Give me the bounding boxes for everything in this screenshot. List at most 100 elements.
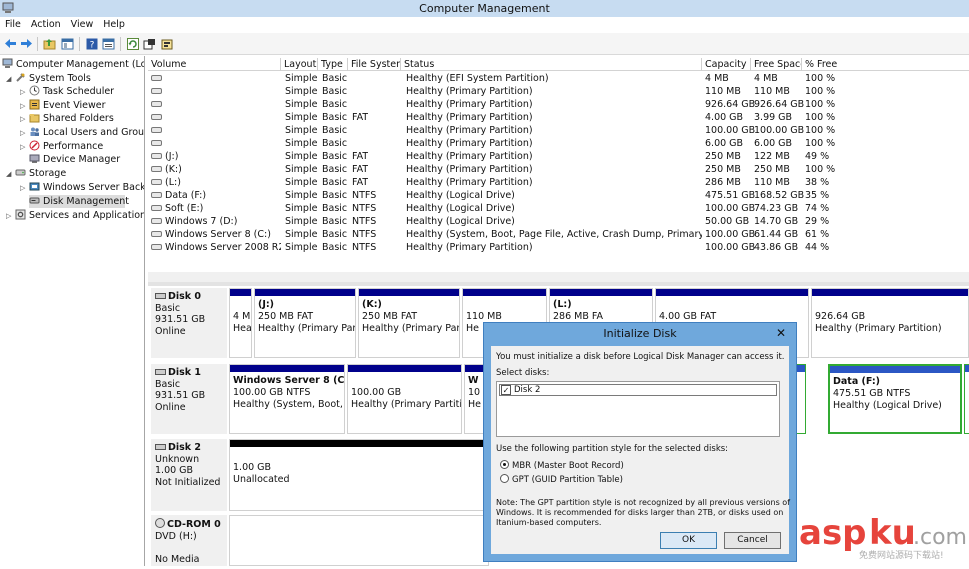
collapsed-arrow-icon[interactable]: ▷	[20, 113, 29, 126]
tree-item-windows-server-backup[interactable]: ▷Windows Server Backup	[20, 181, 144, 195]
dialog-title: Initialize Disk	[603, 327, 677, 340]
disk1-partition-end[interactable]	[964, 364, 969, 434]
volume-row[interactable]: Soft (E:) Simple Basic NTFS Healthy (Logical…	[148, 202, 969, 215]
tree-item-storage[interactable]: ◢ Storage	[6, 167, 66, 180]
gpt-radio[interactable]	[500, 474, 509, 483]
cdrom-label[interactable]: CD-ROM 0 DVD (H:) No Media	[151, 515, 227, 566]
disk2-label[interactable]: Disk 2 Unknown 1.00 GB Not Initialized	[151, 439, 227, 511]
disk1-label[interactable]: Disk 1 Basic 931.51 GB Online	[151, 364, 227, 434]
volume-row[interactable]: (K:) Simple Basic FAT Healthy (Primary Parti…	[148, 163, 969, 176]
help-icon[interactable]: ?	[84, 36, 99, 51]
volume-row[interactable]: Simple Basic Healthy (Primary Partition) 6.…	[148, 137, 969, 150]
column-layout[interactable]: Layout	[281, 58, 318, 71]
volume-drive-icon	[151, 179, 162, 185]
volume-drive-icon	[151, 75, 162, 81]
expanded-arrow-icon[interactable]: ◢	[6, 73, 15, 86]
disk-checkbox[interactable]: ✓	[501, 385, 511, 395]
show-hide-tree-icon[interactable]	[60, 36, 75, 51]
mbr-option[interactable]: MBR (Master Boot Record)	[500, 460, 624, 471]
volume-drive-icon	[151, 140, 162, 146]
volume-drive-icon	[151, 127, 162, 133]
disk-icon	[155, 369, 166, 375]
tree-item-disk-management[interactable]: Disk Management	[29, 195, 129, 208]
collapsed-arrow-icon[interactable]: ▷	[6, 210, 15, 223]
column-type[interactable]: Type	[318, 58, 348, 71]
volume-drive-icon	[151, 205, 162, 211]
menu-file[interactable]: File	[0, 17, 26, 33]
menu-view[interactable]: View	[66, 17, 99, 33]
tree-item-performance[interactable]: ▷ Performance	[20, 140, 103, 153]
event-viewer-icon	[29, 99, 40, 110]
tree-item-shared-folders[interactable]: ▷ Shared Folders	[20, 112, 114, 125]
back-icon[interactable]	[3, 36, 18, 51]
shared-folder-icon	[29, 112, 40, 123]
disk0-partition-k[interactable]: (K:) 250 MB FAT Healthy (Primary Partit	[358, 288, 460, 358]
select-disks-label: Select disks:	[496, 368, 550, 378]
volume-row[interactable]: Simple Basic Healthy (EFI System Partition…	[148, 72, 969, 85]
column-capacity[interactable]: Capacity	[702, 58, 751, 71]
column-file-system[interactable]: File System	[348, 58, 401, 71]
tree-item-device-manager[interactable]: Device Manager	[29, 153, 120, 166]
cdrom-icon	[155, 518, 165, 528]
computer-management-icon	[2, 2, 14, 13]
gpt-note-line1: Note: The GPT partition style is not rec…	[496, 498, 791, 507]
refresh-icon[interactable]	[125, 36, 140, 51]
forward-icon[interactable]	[19, 36, 34, 51]
collapsed-arrow-icon[interactable]: ▷	[20, 127, 29, 140]
tree-item-event-viewer[interactable]: ▷ Event Viewer	[20, 99, 106, 112]
disk1-partition-c[interactable]: Windows Server 8 (C:) 100.00 GB NTFS Healt…	[229, 364, 345, 434]
ok-button[interactable]: OK	[660, 532, 717, 549]
volume-drive-icon	[151, 153, 162, 159]
tree-item-services-and-applications[interactable]: ▷ Services and Applications	[6, 209, 144, 223]
disk0-label[interactable]: Disk 0 Basic 931.51 GB Online	[151, 288, 227, 358]
close-icon[interactable]: ✕	[776, 323, 786, 343]
properties-icon[interactable]	[101, 36, 116, 51]
column-percent-free[interactable]: % Free	[802, 58, 969, 71]
tree-item-computer-management[interactable]: Computer Management (Local	[2, 58, 144, 71]
disk-icon	[155, 293, 166, 299]
disk0-partition-7[interactable]: 926.64 GB Healthy (Primary Partition)	[811, 288, 969, 358]
volume-row[interactable]: Simple Basic Healthy (Primary Partition) 10…	[148, 124, 969, 137]
volume-row[interactable]: Windows 7 (D:) Simple Basic NTFS Healthy (Lo…	[148, 215, 969, 228]
gpt-option[interactable]: GPT (GUID Partition Table)	[500, 474, 623, 485]
tree-item-local-users[interactable]: ▷ Local Users and Groups	[20, 126, 144, 140]
disk2-unallocated[interactable]: 1.00 GB Unallocated	[229, 439, 489, 511]
volume-row[interactable]: Windows Server 2008 R2 (G:)SimpleBasicNT…	[148, 241, 969, 254]
settings-icon[interactable]	[160, 36, 175, 51]
mbr-radio[interactable]	[500, 460, 509, 469]
volume-row[interactable]: (J:) Simple Basic FAT Healthy (Primary Parti…	[148, 150, 969, 163]
column-free-space[interactable]: Free Space	[751, 58, 802, 71]
disk0-partition-1[interactable]: 4 M Hea	[229, 288, 252, 358]
menu-help[interactable]: Help	[98, 17, 130, 33]
column-status[interactable]: Status	[401, 58, 702, 71]
volume-list-header: Volume Layout Type File System Status Ca…	[148, 58, 969, 71]
volume-row[interactable]: Windows Server 8 (C:) Simple Basic NTFS Heal…	[148, 228, 969, 241]
column-volume[interactable]: Volume	[148, 58, 281, 71]
volume-row[interactable]: Data (F:) Simple Basic NTFS Healthy (Logical…	[148, 189, 969, 202]
volume-drive-icon	[151, 88, 162, 94]
disk1-partition-2[interactable]: 100.00 GBHealthy (Primary Partition)	[347, 364, 462, 434]
expanded-arrow-icon[interactable]: ◢	[6, 168, 15, 181]
volume-row[interactable]: (L:) Simple Basic FAT Healthy (Primary Parti…	[148, 176, 969, 189]
tree-item-task-scheduler[interactable]: ▷ Task Scheduler	[20, 85, 114, 98]
cancel-button[interactable]: Cancel	[724, 532, 781, 549]
volume-list-scrollbar[interactable]	[148, 272, 969, 282]
users-icon	[29, 126, 40, 137]
disk0-partition-j[interactable]: (J:) 250 MB FAT Healthy (Primary Partit	[254, 288, 356, 358]
up-folder-icon[interactable]	[42, 36, 57, 51]
volume-row[interactable]: Simple Basic Healthy (Primary Partition) 11…	[148, 85, 969, 98]
cdrom-area[interactable]	[229, 515, 489, 566]
tree-item-system-tools[interactable]: ◢ System Tools	[6, 72, 91, 85]
menu-action[interactable]: Action	[26, 17, 66, 33]
volume-row[interactable]: Simple Basic Healthy (Primary Partition) 92…	[148, 98, 969, 111]
disk-list-item[interactable]: ✓ Disk 2	[499, 384, 777, 396]
disk1-partition-f[interactable]: Data (F:) 475.51 GB NTFS Healthy (Logical …	[828, 364, 962, 434]
export-icon[interactable]	[142, 36, 157, 51]
disk-list[interactable]: ✓ Disk 2	[496, 381, 780, 437]
dialog-message: You must initialize a disk before Logica…	[496, 352, 785, 362]
collapsed-arrow-icon[interactable]: ▷	[20, 86, 29, 99]
volume-row[interactable]: Simple Basic FAT Healthy (Primary Partition…	[148, 111, 969, 124]
collapsed-arrow-icon[interactable]: ▷	[20, 182, 29, 195]
collapsed-arrow-icon[interactable]: ▷	[20, 141, 29, 154]
initialize-disk-dialog: Initialize Disk ✕ You must initialize a …	[483, 322, 797, 562]
